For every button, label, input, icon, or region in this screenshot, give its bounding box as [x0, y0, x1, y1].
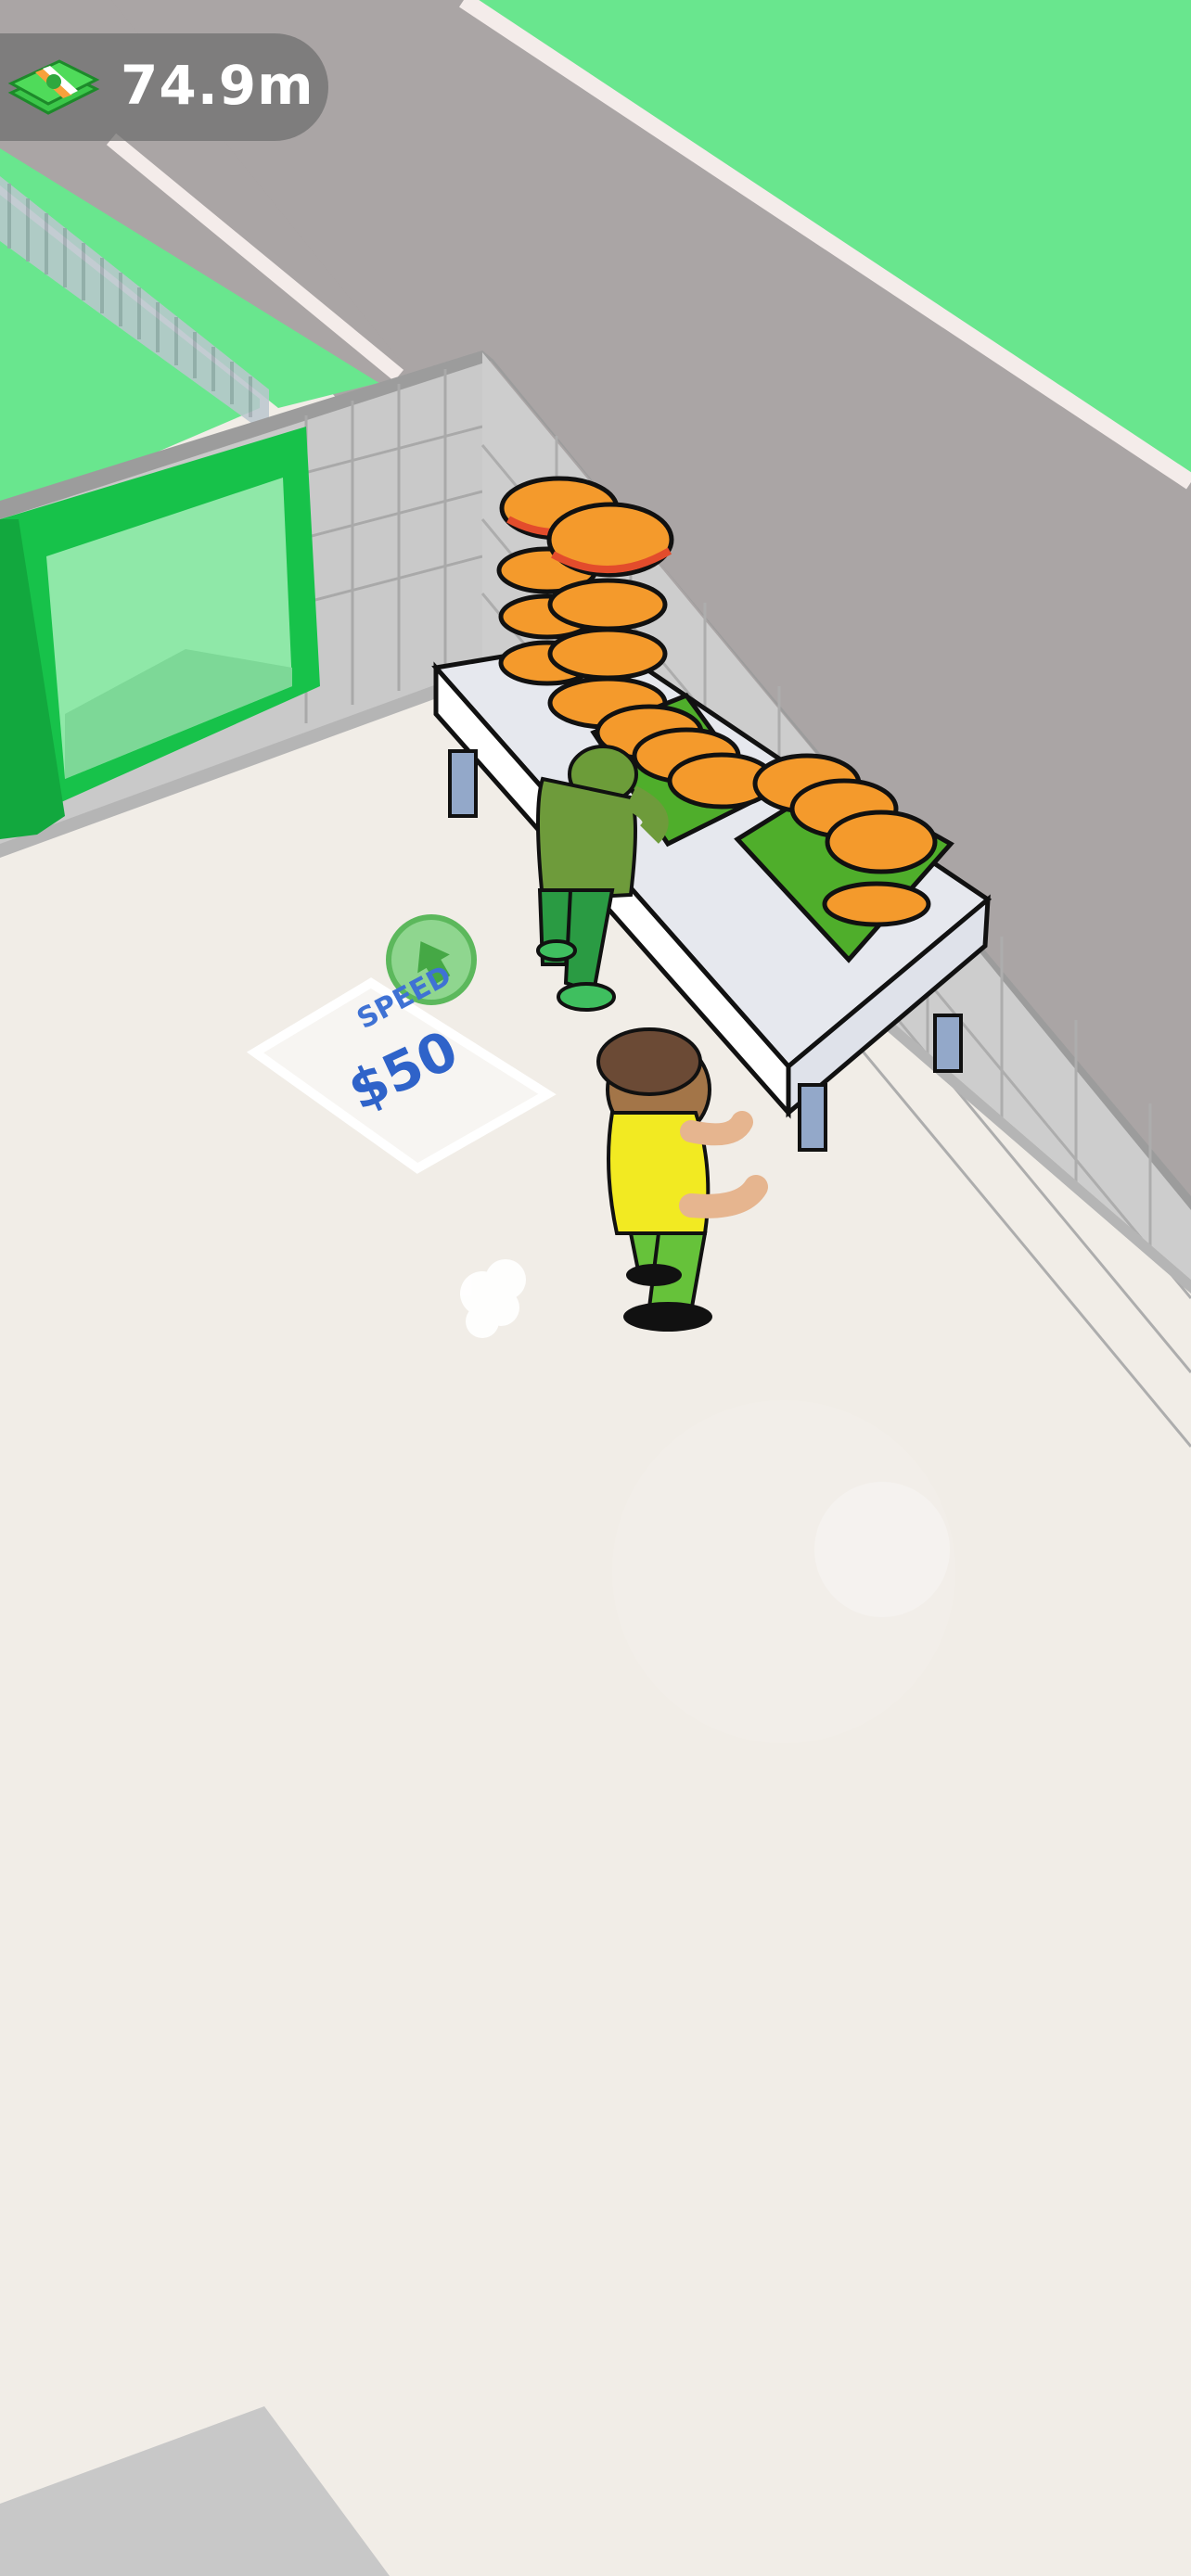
joystick-knob[interactable] — [814, 1482, 950, 1617]
sandwich-stack-right — [546, 502, 674, 730]
money-amount: 74.9m — [121, 54, 314, 117]
cash-stack-icon — [7, 59, 100, 115]
game-viewport[interactable]: SPEED $50 74.9m — [0, 0, 1191, 2576]
money-counter: 74.9m — [0, 33, 328, 141]
game-scene: SPEED $50 — [0, 0, 1191, 2576]
